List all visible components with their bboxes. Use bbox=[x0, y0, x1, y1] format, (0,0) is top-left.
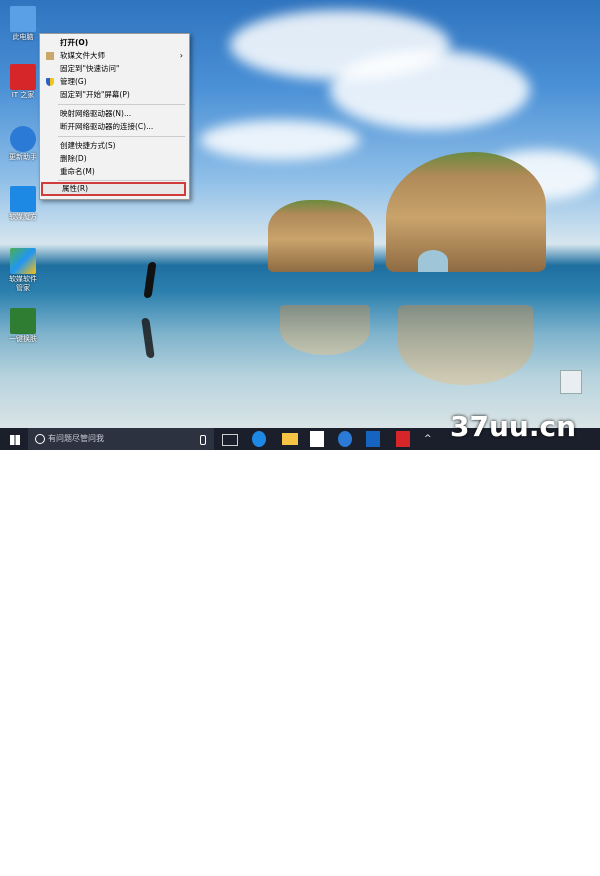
desktop-icon-update[interactable]: 更新助手 bbox=[6, 126, 40, 162]
menu-item-label: 断开网络驱动器的连接(C)... bbox=[60, 122, 154, 131]
menu-item-label: 打开(O) bbox=[60, 38, 89, 47]
menu-item-label: 创建快捷方式(S) bbox=[60, 141, 116, 150]
store-icon[interactable] bbox=[310, 431, 324, 447]
menu-item-label: 固定到"快速访问" bbox=[60, 64, 120, 73]
desktop-icon-label: 一键换肤 bbox=[9, 335, 37, 343]
windows-logo-icon bbox=[10, 435, 20, 445]
watermark: 37uu.cn bbox=[450, 410, 576, 443]
desktop-icon-skin[interactable]: 一键换肤 bbox=[6, 308, 40, 344]
menu-item-manage[interactable]: 管理(G) bbox=[40, 76, 189, 88]
taskbar-clock[interactable]: 2016/6/... bbox=[541, 868, 575, 876]
file-master-icon bbox=[46, 52, 54, 60]
task-view-icon[interactable] bbox=[222, 434, 238, 446]
menu-item-label: 管理(G) bbox=[60, 77, 87, 86]
menu-item-label: 软媒文件大师 bbox=[60, 51, 105, 60]
menu-item-create-shortcut[interactable]: 创建快捷方式(S) bbox=[40, 140, 189, 152]
menu-item-label: 删除(D) bbox=[60, 154, 87, 163]
menu-item-label: 重命名(M) bbox=[60, 167, 95, 176]
menu-item-rename[interactable]: 重命名(M) bbox=[40, 166, 189, 178]
computer-icon bbox=[10, 6, 36, 32]
wallpaper-cloud bbox=[200, 120, 360, 160]
menu-item-pin-quick-access[interactable]: 固定到"快速访问" bbox=[40, 63, 189, 75]
context-menu: 打开(O) 软媒文件大师 › 固定到"快速访问" 管理(G) 固定到"开始"屏幕… bbox=[39, 33, 190, 200]
tray-chevron-icon[interactable]: ^ bbox=[424, 434, 432, 444]
desktop-icon-label: IT 之家 bbox=[11, 91, 35, 99]
recycle-bin-icon[interactable] bbox=[560, 370, 582, 394]
desktop-icon-label: 软媒魔方 bbox=[9, 213, 37, 221]
rock-reflection bbox=[280, 305, 370, 355]
cortana-icon bbox=[35, 434, 45, 444]
menu-separator bbox=[58, 180, 185, 181]
start-button[interactable] bbox=[8, 431, 22, 447]
rock-reflection bbox=[398, 305, 533, 385]
desktop-icon-ithome[interactable]: IT 之家 bbox=[6, 64, 40, 100]
desktop-icon-this-pc[interactable]: 此电脑 bbox=[6, 6, 40, 42]
menu-item-open[interactable]: 打开(O) bbox=[40, 37, 189, 49]
search-box[interactable]: 有问题尽管问我 bbox=[28, 428, 214, 450]
cube-icon bbox=[10, 186, 36, 212]
menu-item-label: 固定到"开始"屏幕(P) bbox=[60, 90, 130, 99]
desktop-icon-label: 软媒软件管家 bbox=[9, 275, 37, 292]
runner-reflection bbox=[141, 318, 155, 358]
ithome-icon[interactable] bbox=[396, 431, 410, 447]
menu-item-properties[interactable]: 属性(R) bbox=[41, 182, 186, 196]
menu-separator bbox=[58, 104, 185, 105]
ithome-icon bbox=[10, 64, 36, 90]
menu-item-pin-start[interactable]: 固定到"开始"屏幕(P) bbox=[40, 89, 189, 101]
desktop-icon-label: 更新助手 bbox=[9, 153, 37, 161]
submenu-arrow-icon: › bbox=[179, 51, 183, 60]
menu-item-disconnect-drive[interactable]: 断开网络驱动器的连接(C)... bbox=[40, 121, 189, 133]
desktop-icon-cube[interactable]: 软媒魔方 bbox=[6, 186, 40, 222]
outlook-icon[interactable] bbox=[366, 431, 380, 447]
menu-item-delete[interactable]: 删除(D) bbox=[40, 153, 189, 165]
menu-item-file-master[interactable]: 软媒文件大师 › bbox=[40, 50, 189, 62]
desktop-icon-store[interactable]: 软媒软件管家 bbox=[6, 248, 40, 293]
shield-icon bbox=[46, 78, 54, 86]
update-icon bbox=[10, 126, 36, 152]
search-placeholder: 有问题尽管问我 bbox=[48, 434, 104, 443]
menu-separator bbox=[58, 136, 185, 137]
rock-right bbox=[386, 152, 546, 272]
menu-item-label: 映射网络驱动器(N)... bbox=[60, 109, 132, 118]
desktop-icon-label: 此电脑 bbox=[12, 33, 34, 41]
runner-silhouette bbox=[143, 262, 157, 298]
menu-item-label: 属性(R) bbox=[62, 184, 89, 193]
store-icon bbox=[10, 248, 36, 274]
rock-arch bbox=[418, 250, 448, 272]
microphone-icon[interactable] bbox=[200, 435, 206, 445]
explorer-icon[interactable] bbox=[282, 433, 298, 445]
edge-icon[interactable] bbox=[252, 431, 266, 447]
skin-icon bbox=[10, 308, 36, 334]
rock-left bbox=[268, 200, 374, 272]
wallpaper-cloud bbox=[330, 50, 530, 130]
app-blue-icon[interactable] bbox=[338, 431, 352, 447]
menu-item-map-drive[interactable]: 映射网络驱动器(N)... bbox=[40, 108, 189, 120]
